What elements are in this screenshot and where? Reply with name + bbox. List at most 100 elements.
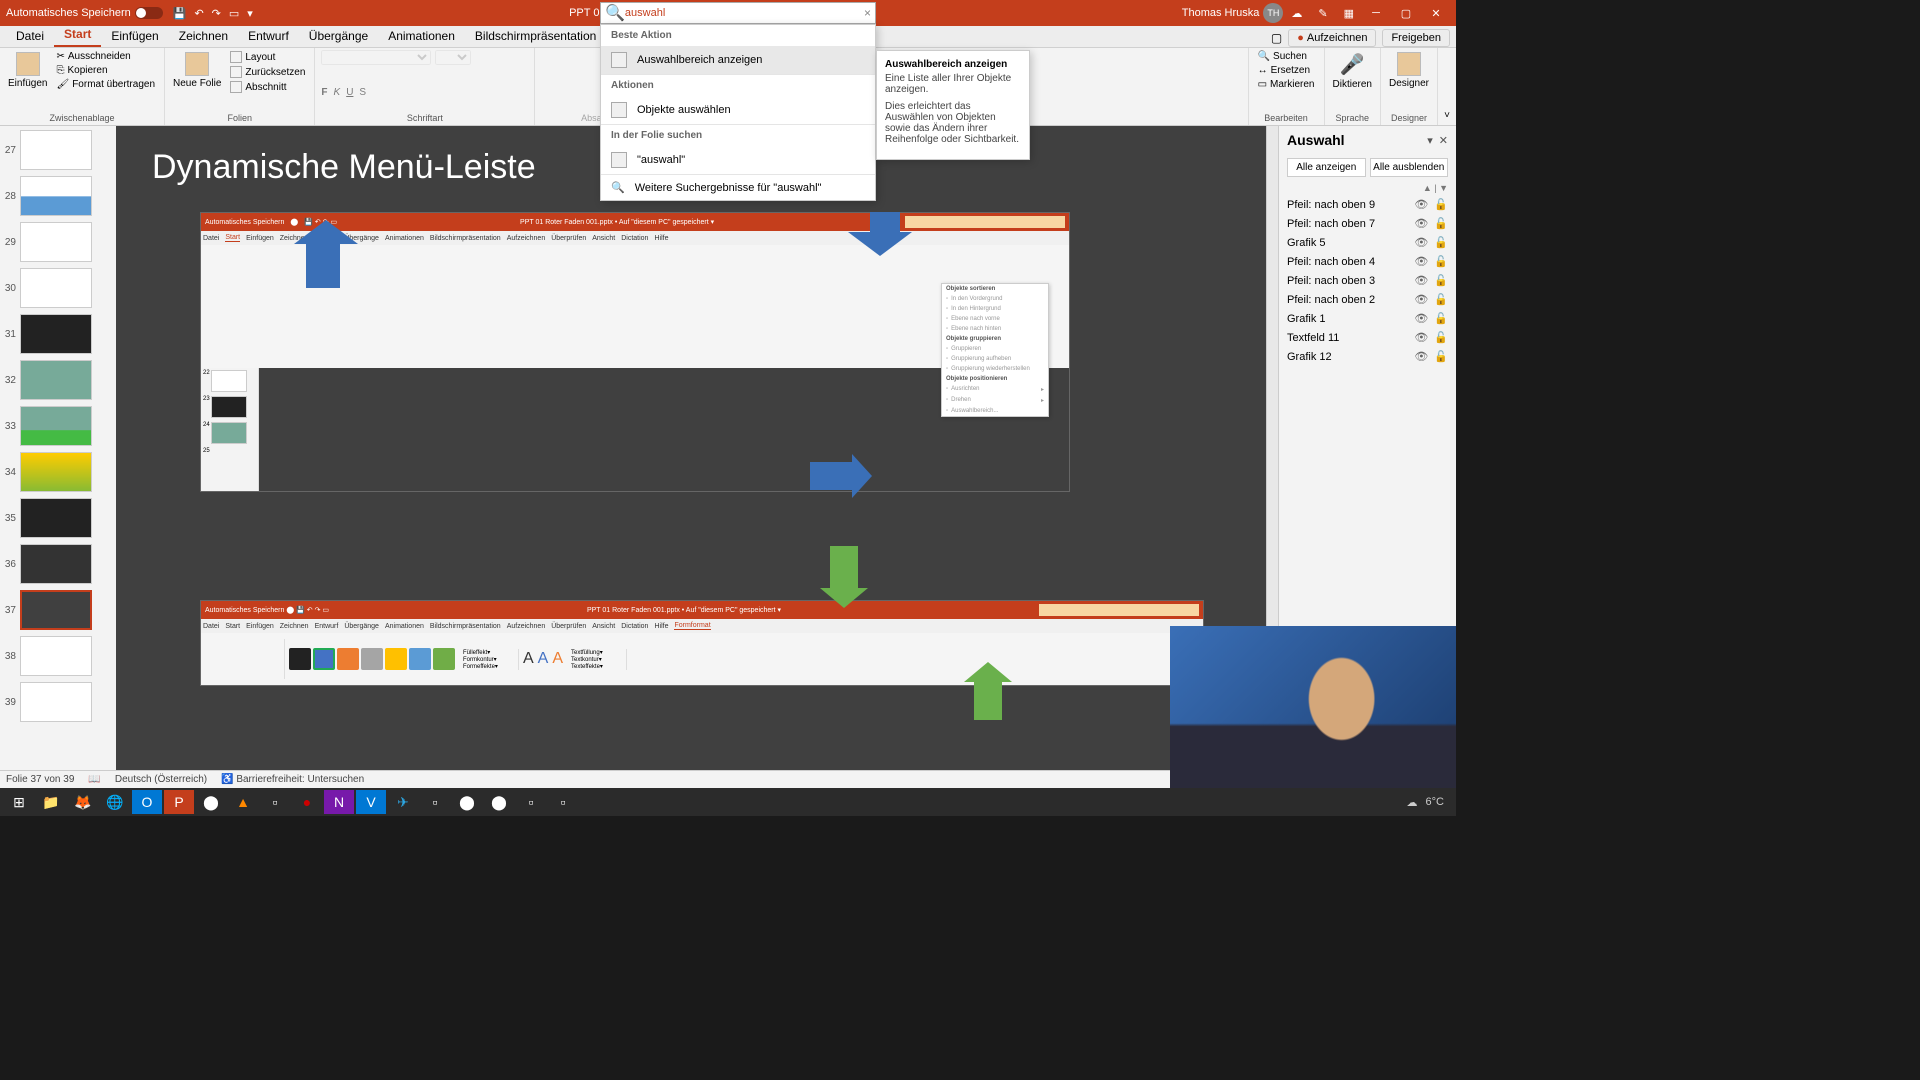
search-input[interactable] [625, 7, 864, 19]
slide-thumbnail-pane[interactable]: 27 28 29 30 31 32 33 34 35 36 37 38 39 [0, 126, 116, 788]
app-icon[interactable]: ▫ [420, 790, 450, 814]
start-button[interactable]: ⊞ [4, 790, 34, 814]
thumbnail[interactable]: 34 [2, 452, 114, 492]
slide-counter[interactable]: Folie 37 von 39 [6, 774, 74, 785]
lock-icon[interactable]: 🔓 [1434, 331, 1448, 344]
tab-datei[interactable]: Datei [6, 25, 54, 47]
italic-button[interactable]: K [334, 87, 341, 98]
lock-icon[interactable]: 🔓 [1434, 198, 1448, 211]
copy-button[interactable]: ⎘Kopieren [53, 64, 158, 77]
slide-editor[interactable]: Dynamische Menü-Leiste Automatisches Spe… [116, 126, 1278, 788]
powerpoint-icon[interactable]: P [164, 790, 194, 814]
format-painter-button[interactable]: 🖌Format übertragen [53, 78, 158, 91]
close-button[interactable]: ✕ [1422, 3, 1450, 23]
eye-icon[interactable]: 👁 [1414, 255, 1428, 268]
tab-start[interactable]: Start [54, 23, 101, 47]
thumbnail-selected[interactable]: 37 [2, 590, 114, 630]
blue-arrow-up[interactable] [306, 240, 340, 288]
eye-icon[interactable]: 👁 [1414, 217, 1428, 230]
blue-arrow-right[interactable] [810, 462, 854, 490]
vscode-icon[interactable]: V [356, 790, 386, 814]
toggle-switch[interactable] [135, 7, 163, 19]
new-slide-button[interactable]: Neue Folie [171, 50, 223, 91]
undo-icon[interactable]: ↶ [194, 7, 203, 20]
thumbnail[interactable]: 27 [2, 130, 114, 170]
thumbnail[interactable]: 35 [2, 498, 114, 538]
cloud-icon[interactable]: ☁ [1291, 7, 1302, 20]
tab-bildschirm[interactable]: Bildschirmpräsentation [465, 25, 606, 47]
selection-item[interactable]: Grafik 5👁🔓 [1279, 233, 1456, 252]
telegram-icon[interactable]: ✈ [388, 790, 418, 814]
outlook-icon[interactable]: O [132, 790, 162, 814]
lock-icon[interactable]: 🔓 [1434, 236, 1448, 249]
eye-icon[interactable]: 👁 [1414, 331, 1428, 344]
search-result-find-text[interactable]: "auswahl" [601, 146, 875, 174]
green-arrow-down[interactable] [830, 546, 858, 590]
thumbnail[interactable]: 31 [2, 314, 114, 354]
lock-icon[interactable]: 🔓 [1434, 217, 1448, 230]
bold-button[interactable]: F [321, 87, 327, 98]
app-icon[interactable]: ● [292, 790, 322, 814]
sort-controls[interactable]: ▲ | ▼ [1279, 181, 1456, 195]
spell-icon[interactable]: 📖 [88, 774, 100, 785]
language-status[interactable]: Deutsch (Österreich) [115, 774, 207, 785]
selection-item[interactable]: Grafik 12👁🔓 [1279, 347, 1456, 366]
weather-icon[interactable]: ☁ [1407, 796, 1418, 809]
app-icon[interactable]: ⬤ [196, 790, 226, 814]
search-result-selection-pane[interactable]: Auswahlbereich anzeigen [601, 46, 875, 74]
app-icon[interactable]: ▫ [516, 790, 546, 814]
eye-icon[interactable]: 👁 [1414, 236, 1428, 249]
maximize-button[interactable]: ▢ [1392, 3, 1420, 23]
firefox-icon[interactable]: 🦊 [68, 790, 98, 814]
slideshow-icon[interactable]: ▭ [229, 7, 239, 20]
onenote-icon[interactable]: N [324, 790, 354, 814]
share-button[interactable]: Freigeben [1382, 29, 1450, 47]
selection-item[interactable]: Textfeld 11👁🔓 [1279, 328, 1456, 347]
underline-button[interactable]: U [346, 87, 353, 98]
show-all-button[interactable]: Alle anzeigen [1287, 158, 1366, 177]
save-icon[interactable]: 💾 [173, 7, 187, 20]
autosave-toggle[interactable]: Automatisches Speichern [6, 7, 163, 19]
thumbnail[interactable]: 28 [2, 176, 114, 216]
obs-icon[interactable]: ⬤ [452, 790, 482, 814]
blue-arrow-down[interactable] [870, 212, 900, 236]
search-more-results[interactable]: 🔍 Weitere Suchergebnisse für "auswahl" [601, 175, 875, 200]
eye-icon[interactable]: 👁 [1414, 274, 1428, 287]
layout-button[interactable]: Layout [227, 50, 308, 64]
thumbnail[interactable]: 39 [2, 682, 114, 722]
ribbon-display-icon[interactable]: ▢ [1271, 31, 1282, 45]
redo-icon[interactable]: ↷ [212, 7, 221, 20]
thumbnail[interactable]: 36 [2, 544, 114, 584]
tab-uebergaenge[interactable]: Übergänge [299, 25, 378, 47]
cut-button[interactable]: ✂Ausschneiden [53, 50, 158, 63]
app-icon[interactable]: ⬤ [484, 790, 514, 814]
app-icon[interactable]: ▫ [260, 790, 290, 814]
tellme-searchbox[interactable]: 🔍 × [600, 2, 876, 24]
lock-icon[interactable]: 🔓 [1434, 255, 1448, 268]
user-avatar[interactable]: TH [1263, 3, 1283, 23]
replace-button[interactable]: ↔Ersetzen [1255, 64, 1318, 77]
minimize-button[interactable]: ─ [1362, 3, 1390, 23]
eye-icon[interactable]: 👁 [1414, 312, 1428, 325]
selection-item[interactable]: Pfeil: nach oben 2👁🔓 [1279, 290, 1456, 309]
tab-animationen[interactable]: Animationen [378, 25, 465, 47]
draw-icon[interactable]: ✎ [1318, 7, 1327, 20]
chrome-icon[interactable]: 🌐 [100, 790, 130, 814]
selection-item[interactable]: Pfeil: nach oben 7👁🔓 [1279, 214, 1456, 233]
dictate-button[interactable]: 🎤Diktieren [1331, 50, 1374, 92]
search-result-select-objects[interactable]: Objekte auswählen [601, 96, 875, 124]
slide-canvas[interactable]: Dynamische Menü-Leiste Automatisches Spe… [134, 126, 1262, 761]
thumbnail[interactable]: 32 [2, 360, 114, 400]
lock-icon[interactable]: 🔓 [1434, 274, 1448, 287]
section-button[interactable]: Abschnitt [227, 80, 308, 94]
lock-icon[interactable]: 🔓 [1434, 293, 1448, 306]
thumbnail[interactable]: 29 [2, 222, 114, 262]
tab-zeichnen[interactable]: Zeichnen [169, 25, 238, 47]
eye-icon[interactable]: 👁 [1414, 198, 1428, 211]
find-button[interactable]: 🔍Suchen [1255, 50, 1318, 63]
tab-entwurf[interactable]: Entwurf [238, 25, 299, 47]
designer-button[interactable]: Designer [1387, 50, 1431, 91]
accessibility-status[interactable]: ♿ Barrierefreiheit: Untersuchen [221, 774, 364, 785]
search-clear-icon[interactable]: × [864, 6, 871, 20]
selection-item[interactable]: Pfeil: nach oben 9👁🔓 [1279, 195, 1456, 214]
